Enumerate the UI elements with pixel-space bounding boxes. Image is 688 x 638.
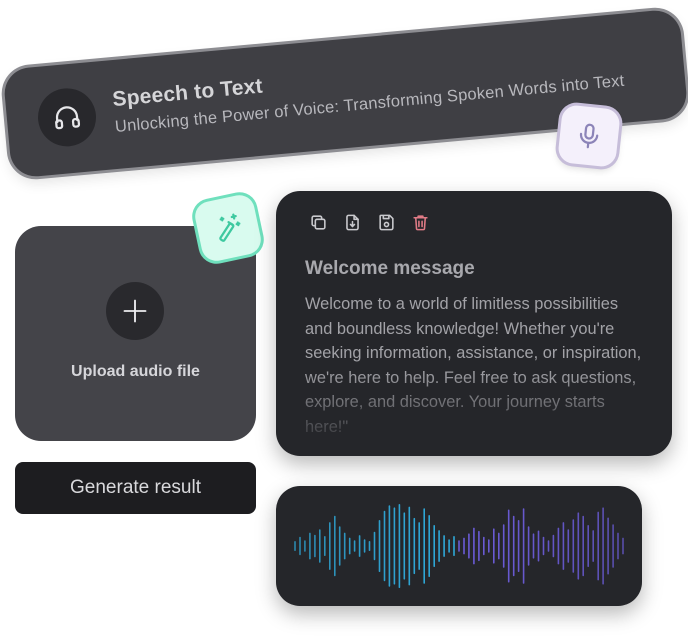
save-icon[interactable] xyxy=(375,211,397,233)
audio-waveform-card xyxy=(276,486,642,606)
upload-label: Upload audio file xyxy=(71,363,200,380)
message-toolbar xyxy=(307,211,431,233)
plus-icon xyxy=(123,299,147,323)
delete-icon[interactable] xyxy=(409,211,431,233)
upload-button[interactable] xyxy=(106,282,164,340)
microphone-button[interactable] xyxy=(557,104,621,168)
microphone-icon xyxy=(579,123,599,149)
magic-wand-icon xyxy=(219,213,241,242)
copy-icon[interactable] xyxy=(307,211,329,233)
download-icon[interactable] xyxy=(341,211,363,233)
generate-result-button[interactable]: Generate result xyxy=(15,462,256,514)
headphones-icon xyxy=(35,85,99,149)
message-title: Welcome message xyxy=(305,258,475,279)
audio-waveform xyxy=(294,503,624,588)
result-message-card: Welcome message Welcome to a world of li… xyxy=(276,191,672,456)
message-body: Welcome to a world of limitless possibil… xyxy=(305,295,642,436)
